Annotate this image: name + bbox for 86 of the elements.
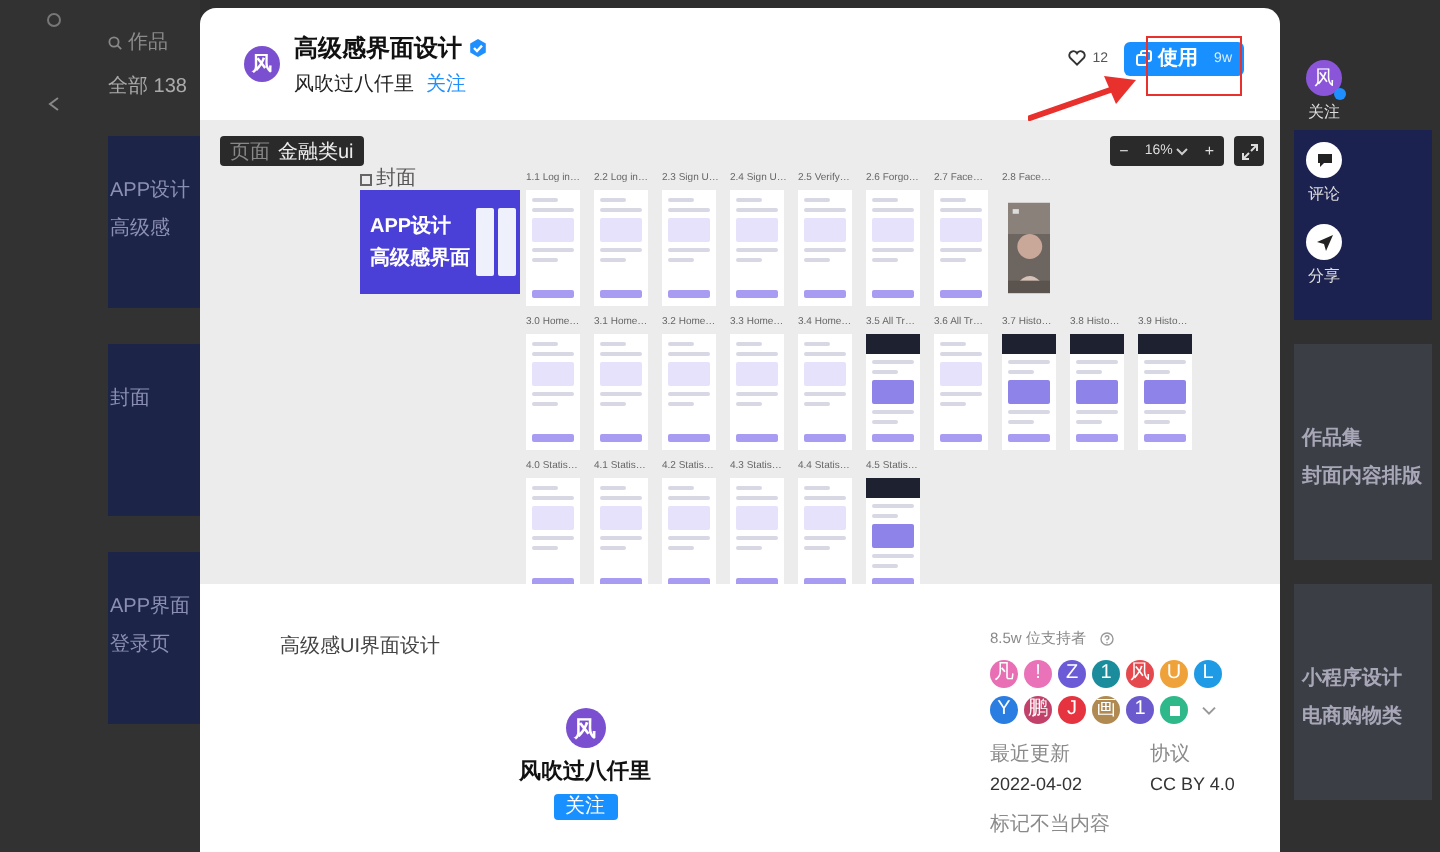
meta-label: 最近更新: [990, 741, 1072, 768]
screen-thumbnail[interactable]: [730, 334, 784, 450]
card-title: 电商购物类: [1302, 702, 1404, 730]
screen-thumbnail[interactable]: [1138, 334, 1192, 450]
card-title: 作品集: [1302, 425, 1364, 452]
screen-thumbnail[interactable]: [662, 190, 716, 306]
supporter-avatar[interactable]: !: [1024, 660, 1052, 688]
card-title: 小程序设计: [1302, 664, 1404, 692]
copy-icon: [1136, 50, 1153, 66]
comment-icon: [1315, 152, 1333, 168]
action-label: 评论: [1308, 184, 1340, 206]
screen-thumbnail[interactable]: [662, 478, 716, 584]
card-title: 登录页: [110, 632, 172, 658]
work-card[interactable]: 小程序设计 电商购物类: [1294, 584, 1432, 800]
screen-thumbnail[interactable]: [526, 478, 580, 584]
work-card[interactable]: 作品集 封面内容排版: [1294, 344, 1432, 560]
screen-thumbnail[interactable]: [594, 478, 648, 584]
help-icon: [1099, 631, 1114, 645]
screen-thumbnail[interactable]: [866, 190, 920, 306]
action-label: 关注: [1308, 101, 1340, 124]
screen-thumbnail[interactable]: [798, 478, 852, 584]
author-avatar[interactable]: 风: [565, 708, 605, 748]
screen-thumbnail[interactable]: [866, 334, 920, 450]
chevron-icon: [1176, 147, 1189, 155]
send-icon: [1315, 233, 1333, 251]
supporter-avatar[interactable]: [1160, 696, 1188, 724]
supporter-avatar[interactable]: 1: [1092, 660, 1120, 688]
page-selector[interactable]: 页面 金融类ui: [220, 136, 364, 166]
author-name[interactable]: 风吹过八仟里: [519, 756, 651, 786]
screen-thumbnail[interactable]: [1002, 334, 1056, 450]
heart-icon: [1068, 50, 1087, 66]
supporter-avatar[interactable]: 凡: [990, 660, 1018, 688]
meta-label: 协议: [1150, 741, 1193, 768]
card-title: 高级感: [110, 215, 172, 242]
supporter-avatar[interactable]: 1: [1126, 696, 1154, 724]
follow-button[interactable]: 关注: [553, 794, 617, 820]
chevron-icon: [1201, 705, 1215, 715]
work-card[interactable]: 封面: [108, 344, 200, 516]
verified-icon: [468, 38, 488, 58]
card-title: APP设计: [110, 177, 193, 204]
frame-icon: [360, 173, 372, 185]
screen-thumbnail[interactable]: [594, 334, 648, 450]
screen-thumbnail[interactable]: [934, 334, 988, 450]
supporter-avatar[interactable]: Y: [990, 696, 1018, 724]
screen-thumbnail[interactable]: [1070, 334, 1124, 450]
card-title: APP界面: [110, 594, 193, 620]
supporter-avatar[interactable]: J: [1058, 696, 1086, 724]
search-icon: [108, 35, 122, 49]
work-description: 高级感UI界面设计: [278, 633, 442, 660]
screen-thumbnail[interactable]: [798, 334, 852, 450]
screen-thumbnail[interactable]: [730, 190, 784, 306]
author-avatar[interactable]: 风: [244, 46, 280, 82]
filter-tab[interactable]: 全部 138: [108, 72, 200, 100]
screen-thumbnail[interactable]: [934, 190, 988, 306]
card-title: 封面内容排版: [1302, 462, 1424, 490]
screen-thumbnail[interactable]: [594, 190, 648, 306]
report-link[interactable]: 标记不当内容: [990, 810, 1235, 838]
frame-label: 封面: [376, 168, 416, 190]
action-label: 分享: [1308, 265, 1340, 288]
supporter-avatar[interactable]: Z: [1058, 660, 1086, 688]
supporter-avatar[interactable]: L: [1194, 660, 1222, 688]
screen-thumbnail[interactable]: [730, 478, 784, 584]
expand-icon: [1241, 143, 1257, 159]
work-title: 高级感界面设计: [294, 31, 462, 65]
screen-thumbnail[interactable]: [526, 334, 580, 450]
work-card[interactable]: APP设计 高级感: [108, 136, 200, 308]
back-icon: [48, 96, 60, 112]
meta-value: CC BY 4.0: [1150, 774, 1235, 794]
meta-value: 2022-04-02: [990, 774, 1083, 794]
follow-link[interactable]: 关注: [426, 69, 466, 97]
zoom-out-button[interactable]: −: [1119, 142, 1129, 160]
cover-thumbnail[interactable]: APP设计 高级感界面: [360, 190, 520, 294]
supporter-avatar[interactable]: 鹏: [1024, 696, 1052, 724]
card-title: 封面: [110, 385, 152, 412]
work-card[interactable]: APP界面 登录页: [108, 552, 200, 724]
screen-thumbnail[interactable]: [662, 334, 716, 450]
follow-avatar-button[interactable]: 风: [1306, 60, 1342, 96]
screen-thumbnail[interactable]: [526, 190, 580, 306]
supporter-avatar[interactable]: 风: [1126, 660, 1154, 688]
author-name[interactable]: 风吹过八仟里: [294, 69, 414, 97]
screen-thumbnail[interactable]: [798, 190, 852, 306]
zoom-in-button[interactable]: +: [1204, 142, 1214, 160]
search-field[interactable]: 作品: [128, 28, 168, 56]
supporter-avatar[interactable]: 画: [1092, 696, 1120, 724]
screen-thumbnail[interactable]: [866, 478, 920, 584]
fullscreen-button[interactable]: [1234, 136, 1264, 166]
